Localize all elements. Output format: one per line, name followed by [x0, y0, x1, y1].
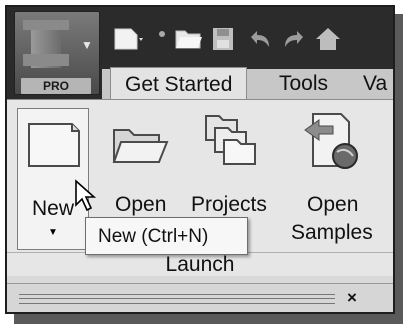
undo-icon[interactable]: [245, 25, 275, 53]
close-icon[interactable]: ×: [347, 288, 357, 308]
new-doc-icon[interactable]: [111, 25, 145, 53]
new-button[interactable]: New ▼: [17, 108, 97, 250]
home-icon[interactable]: [313, 25, 343, 53]
tab-get-started[interactable]: Get Started: [110, 67, 248, 102]
bottom-bar: ×: [7, 283, 393, 312]
chevron-down-icon: ▼: [81, 38, 93, 52]
samples-icon[interactable]: [303, 110, 363, 172]
open-samples-label-line2[interactable]: Samples: [291, 221, 373, 245]
save-icon[interactable]: [209, 25, 237, 53]
app-logo-icon: [23, 20, 69, 68]
open-label[interactable]: Open: [115, 193, 166, 217]
cursor-pointer-icon: [75, 179, 97, 212]
application-menu-button[interactable]: ▼ PRO: [14, 11, 100, 95]
projects-icon[interactable]: [203, 110, 261, 168]
new-document-icon: [28, 123, 80, 167]
projects-label[interactable]: Projects: [191, 193, 267, 217]
open-samples-label-line1[interactable]: Open: [307, 193, 358, 217]
dot-separator-icon: [157, 29, 167, 57]
open-folder-icon[interactable]: [111, 120, 169, 168]
redo-icon[interactable]: [279, 25, 309, 53]
pro-badge: PRO: [21, 78, 91, 94]
app-window: ▼ PRO Get Started Tools Va New ▼ Open Pr…: [5, 5, 395, 314]
chevron-down-icon: ▼: [48, 227, 58, 238]
tooltip: New (Ctrl+N): [85, 217, 248, 255]
open-folder-icon[interactable]: [173, 25, 205, 53]
grip-handle[interactable]: [19, 294, 335, 304]
new-label: New: [32, 197, 75, 220]
tab-va[interactable]: Va: [363, 67, 387, 101]
tab-tools[interactable]: Tools: [279, 67, 328, 101]
